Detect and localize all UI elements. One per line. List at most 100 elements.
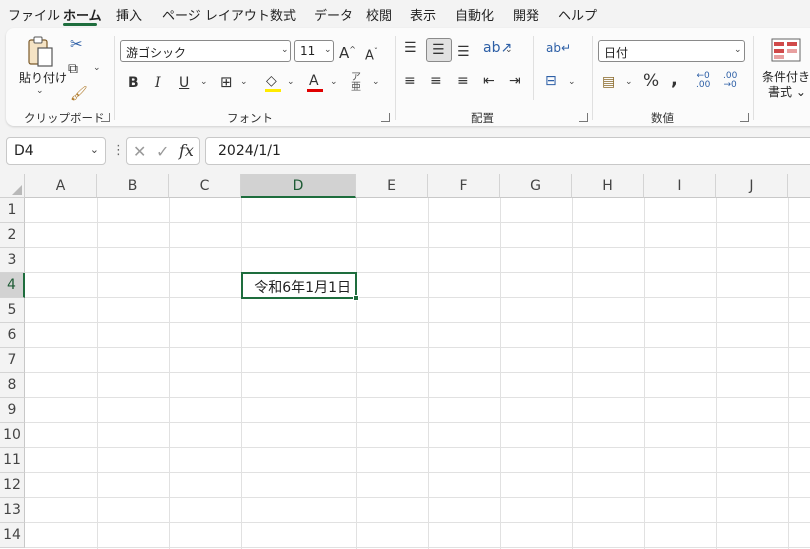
bold-icon[interactable]: B [128,75,139,91]
number-launcher-icon[interactable] [740,113,749,122]
align-bottom-icon[interactable]: ☰ [457,44,470,60]
row-header-10[interactable]: 10 [0,423,25,448]
conditional-formatting-icon[interactable] [771,38,801,64]
cancel-icon[interactable]: ✕ [133,142,146,161]
column-header-g[interactable]: G [500,174,572,198]
italic-icon[interactable]: I [155,75,161,91]
comma-style-icon[interactable]: , [671,71,678,89]
phonetic-chevron-icon[interactable]: ⌄ [372,77,380,87]
decrease-font-size-icon[interactable]: Aˇ [365,44,378,64]
row-header-14[interactable]: 14 [0,523,25,548]
font-name-select[interactable]: 游ゴシック [120,40,291,62]
paste-dropdown-chevron-icon[interactable]: ⌄ [36,86,44,96]
row-header-12[interactable]: 12 [0,473,25,498]
name-box[interactable]: D4 ⌄ [6,137,106,165]
row-header-2[interactable]: 2 [0,223,25,248]
spreadsheet-grid: A B C D E F G H I J 1 2 3 4 5 6 7 8 9 10… [0,174,810,549]
fill-color-icon[interactable]: ◇ [266,73,277,89]
increase-decimal-icon[interactable]: ←0.00 [696,72,710,90]
column-header-j[interactable]: J [716,174,788,198]
accounting-format-icon[interactable]: ▤ [602,74,615,90]
font-name-chevron-icon[interactable]: ⌄ [281,45,289,55]
number-format-chevron-icon[interactable]: ⌄ [734,45,742,55]
tab-formulas[interactable]: 数式 [270,5,296,24]
align-center-icon[interactable]: ≡ [430,73,442,89]
phonetic-guide-icon[interactable]: ア亜 [351,73,361,93]
row-header-3[interactable]: 3 [0,248,25,273]
row-header-11[interactable]: 11 [0,448,25,473]
row-header-13[interactable]: 13 [0,498,25,523]
decrease-decimal-icon[interactable]: .00 →0 [723,72,737,90]
orientation-chevron-icon[interactable]: ⌄ [505,45,513,55]
column-header-e[interactable]: E [356,174,428,198]
tab-automate[interactable]: 自動化 [455,5,494,24]
name-box-chevron-icon[interactable]: ⌄ [90,143,99,156]
align-left-icon[interactable]: ≡ [404,73,416,89]
column-header-b[interactable]: B [97,174,169,198]
paste-icon[interactable] [26,36,54,68]
group-separator [592,36,593,120]
accounting-chevron-icon[interactable]: ⌄ [625,77,633,87]
row-header-6[interactable]: 6 [0,323,25,348]
tab-data[interactable]: データ [314,5,353,24]
number-format-value: 日付 [604,46,629,60]
tab-developer[interactable]: 開発 [513,5,539,24]
formula-input[interactable]: 2024/1/1 [205,137,810,165]
increase-indent-icon[interactable]: ⇥ [509,73,521,89]
font-color-chevron-icon[interactable]: ⌄ [330,77,338,87]
column-header-a[interactable]: A [25,174,97,198]
row-header-1[interactable]: 1 [0,198,25,223]
percent-style-icon[interactable]: % [643,73,659,90]
font-color-icon[interactable]: A [309,73,319,89]
row-header-5[interactable]: 5 [0,298,25,323]
tab-help[interactable]: ヘルプ [558,5,597,24]
column-header-h[interactable]: H [572,174,644,198]
underline-icon[interactable]: U [179,75,189,91]
borders-chevron-icon[interactable]: ⌄ [240,77,248,87]
tab-file[interactable]: ファイル [8,5,60,24]
align-right-icon[interactable]: ≡ [457,73,469,89]
enter-icon[interactable]: ✓ [156,142,169,161]
cut-icon[interactable]: ✂ [70,36,83,52]
select-all-corner[interactable] [0,174,25,198]
column-header-i[interactable]: I [644,174,716,198]
row-header-4[interactable]: 4 [0,273,25,298]
tab-insert[interactable]: 挿入 [116,5,142,24]
active-cell-d4[interactable]: 令和6年1月1日 [241,272,357,299]
copy-dropdown-chevron-icon[interactable]: ⌄ [93,63,101,73]
align-middle-button[interactable]: ☰ [426,38,452,62]
conditional-formatting-label-2[interactable]: 書式 ⌄ [768,83,806,100]
merge-center-icon[interactable]: ⊟ [545,73,557,89]
increase-font-size-icon[interactable]: A^ [339,42,356,61]
font-launcher-icon[interactable] [381,113,390,122]
copy-icon[interactable]: ⧉ [68,61,78,77]
merge-chevron-icon[interactable]: ⌄ [568,77,576,87]
column-header-d[interactable]: D [241,174,356,198]
more-options-icon[interactable]: ⋮ [112,143,125,158]
align-top-icon[interactable]: ☰ [404,40,417,56]
column-header-c[interactable]: C [169,174,241,198]
fill-handle[interactable] [353,295,359,301]
underline-chevron-icon[interactable]: ⌄ [200,77,208,87]
grid-line [25,247,810,248]
font-size-chevron-icon[interactable]: ⌄ [324,45,332,55]
row-header-7[interactable]: 7 [0,348,25,373]
insert-function-icon[interactable]: fx [179,141,194,160]
format-painter-icon[interactable]: 🖌 [70,86,88,102]
row-header-9[interactable]: 9 [0,398,25,423]
wrap-text-icon[interactable]: ab↵ [546,40,571,56]
tab-home[interactable]: ホーム [63,5,102,24]
row-header-8[interactable]: 8 [0,373,25,398]
decrease-indent-icon[interactable]: ⇤ [483,73,495,89]
clipboard-launcher-icon[interactable] [101,113,110,122]
column-header-f[interactable]: F [428,174,500,198]
tab-view[interactable]: 表示 [410,5,436,24]
paste-label[interactable]: 貼り付け [19,69,67,86]
borders-icon[interactable]: ⊞ [220,74,233,90]
fill-color-chevron-icon[interactable]: ⌄ [287,77,295,87]
tab-page-layout[interactable]: ページ レイアウト [162,5,270,24]
alignment-launcher-icon[interactable] [579,113,588,122]
column-header-partial[interactable] [788,174,810,198]
tab-review[interactable]: 校閲 [366,5,392,24]
number-format-select[interactable]: 日付 [598,40,745,62]
